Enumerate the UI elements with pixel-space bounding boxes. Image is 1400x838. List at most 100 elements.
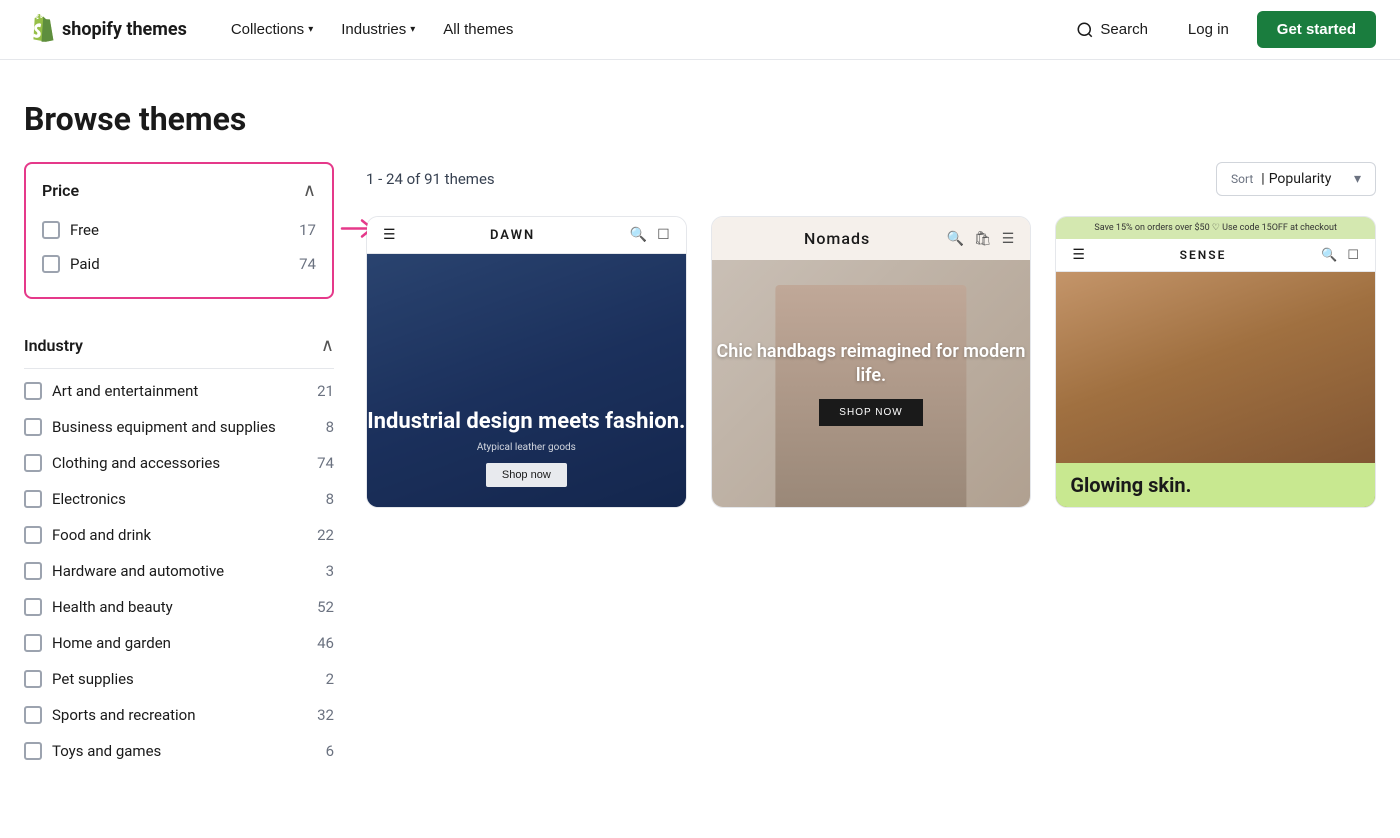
- industry-count: 2: [326, 670, 334, 688]
- industry-checkbox[interactable]: [24, 382, 42, 400]
- theme-card-dawn: ☰ DAWN 🔍 ☐ Industrial design meets fashi…: [366, 216, 687, 508]
- debut-menu-icon: ☰: [1002, 231, 1015, 247]
- dawn-preview: ☰ DAWN 🔍 ☐ Industrial design meets fashi…: [367, 217, 686, 507]
- industry-checkbox[interactable]: [24, 742, 42, 760]
- industry-option-hardware-and-automotive[interactable]: Hardware and automotive 3: [24, 553, 334, 589]
- industry-count: 22: [317, 526, 334, 544]
- price-filter-header: Price ∧: [42, 180, 316, 201]
- sort-label: Sort: [1231, 172, 1253, 186]
- sort-value: Popularity: [1269, 171, 1350, 187]
- price-free-checkbox[interactable]: [42, 221, 60, 239]
- collections-chevron-icon: ▾: [308, 24, 313, 35]
- industry-count: 21: [317, 382, 334, 400]
- price-filter-paid[interactable]: Paid 74: [42, 247, 316, 281]
- logo-link[interactable]: shopify themes: [24, 14, 187, 46]
- price-free-label: Free: [70, 221, 99, 239]
- industry-count: 74: [317, 454, 334, 472]
- nav-links: Collections ▾ Industries ▾ All themes: [219, 13, 1065, 46]
- debut-search-icon: 🔍: [947, 231, 964, 247]
- industry-option-business-equipment-and-supplies[interactable]: Business equipment and supplies 8: [24, 409, 334, 445]
- industry-filter-title: Industry: [24, 336, 83, 355]
- industries-chevron-icon: ▾: [410, 24, 415, 35]
- content-area: 1 - 24 of 91 themes Sort | Popularity ▾ …: [366, 162, 1376, 769]
- debut-hero: Chic handbags reimagined for modern life…: [712, 260, 1031, 507]
- industry-filter-header: Industry ∧: [24, 323, 334, 369]
- industry-checkbox[interactable]: [24, 490, 42, 508]
- industry-label: Clothing and accessories: [52, 454, 220, 472]
- industry-count: 32: [317, 706, 334, 724]
- industry-option-clothing-and-accessories[interactable]: Clothing and accessories 74: [24, 445, 334, 481]
- industry-label: Toys and games: [52, 742, 161, 760]
- industry-label: Food and drink: [52, 526, 151, 544]
- sense-theme-info: Sense Free Made for quick setup, visual …: [1056, 507, 1375, 508]
- industry-option-pet-supplies[interactable]: Pet supplies 2: [24, 661, 334, 697]
- industry-label: Health and beauty: [52, 598, 173, 616]
- debut-nav-logo: Nomads: [804, 229, 870, 248]
- sense-topbar: Save 15% on orders over $50 ♡ Use code 1…: [1056, 217, 1375, 239]
- price-filter-toggle[interactable]: ∧: [303, 180, 316, 201]
- theme-grid: ☰ DAWN 🔍 ☐ Industrial design meets fashi…: [366, 216, 1376, 508]
- shopify-logo-icon: [24, 14, 56, 46]
- price-filter-free[interactable]: Free 17: [42, 213, 316, 247]
- industry-count: 8: [326, 418, 334, 436]
- sense-cart-icon: ☐: [1347, 248, 1359, 263]
- industry-label: Art and entertainment: [52, 382, 198, 400]
- industry-checkbox[interactable]: [24, 706, 42, 724]
- industry-option-food-and-drink[interactable]: Food and drink 22: [24, 517, 334, 553]
- debut-hero-cta[interactable]: SHOP NOW: [819, 399, 922, 426]
- sense-nav-logo: SENSE: [1180, 248, 1227, 262]
- industry-filter-section: Industry ∧ Art and entertainment 21 Busi…: [24, 323, 334, 769]
- theme-card-debut: Nomads 🔍 🛍 ☰ Chic handbags reimagined fo…: [711, 216, 1032, 508]
- price-filter-section: Price ∧ Free 17 Paid 74: [24, 162, 334, 299]
- dawn-hero-content: Industrial design meets fashion. Atypica…: [367, 409, 685, 486]
- industry-option-toys-and-games[interactable]: Toys and games 6: [24, 733, 334, 769]
- industry-checkbox[interactable]: [24, 562, 42, 580]
- dawn-theme-info: Dawn Free Made for quick setup, visual s…: [367, 507, 686, 508]
- logo-text: shopify themes: [62, 19, 187, 40]
- price-paid-label: Paid: [70, 255, 100, 273]
- industry-label: Sports and recreation: [52, 706, 196, 724]
- debut-theme-info: Debut Free Made for any catalog size: [712, 507, 1031, 508]
- industry-filter-toggle[interactable]: ∧: [321, 335, 334, 356]
- collections-nav-item[interactable]: Collections ▾: [219, 13, 325, 46]
- sense-hero: Glowing skin.: [1056, 272, 1375, 507]
- industries-nav-item[interactable]: Industries ▾: [329, 13, 427, 46]
- industry-option-home-and-garden[interactable]: Home and garden 46: [24, 625, 334, 661]
- sort-dropdown[interactable]: Sort | Popularity ▾: [1216, 162, 1376, 196]
- sense-nav-menu-icon: ☰: [1072, 247, 1085, 263]
- theme-card-sense: Save 15% on orders over $50 ♡ Use code 1…: [1055, 216, 1376, 508]
- sense-hero-overlay: Glowing skin.: [1056, 463, 1375, 507]
- industry-checkbox[interactable]: [24, 598, 42, 616]
- navbar: shopify themes Collections ▾ Industries …: [0, 0, 1400, 60]
- industry-option-sports-and-recreation[interactable]: Sports and recreation 32: [24, 697, 334, 733]
- industry-count: 8: [326, 490, 334, 508]
- industry-label: Hardware and automotive: [52, 562, 224, 580]
- results-count: 1 - 24 of 91 themes: [366, 170, 495, 188]
- get-started-button[interactable]: Get started: [1257, 11, 1376, 48]
- search-button[interactable]: Search: [1064, 13, 1160, 47]
- industry-option-electronics[interactable]: Electronics 8: [24, 481, 334, 517]
- sort-divider: |: [1261, 171, 1264, 187]
- industry-option-art-and-entertainment[interactable]: Art and entertainment 21: [24, 373, 334, 409]
- sense-preview: Save 15% on orders over $50 ♡ Use code 1…: [1056, 217, 1375, 507]
- login-button[interactable]: Log in: [1172, 13, 1245, 46]
- sense-glowing-text: Glowing skin.: [1070, 473, 1191, 497]
- industry-checkbox[interactable]: [24, 670, 42, 688]
- industry-label: Business equipment and supplies: [52, 418, 276, 436]
- price-free-count: 17: [299, 221, 316, 239]
- dawn-cart-icon: ☐: [657, 227, 670, 243]
- dawn-hero-cta[interactable]: Shop now: [486, 463, 567, 487]
- page-header: Browse themes: [0, 60, 1400, 162]
- industry-checkbox[interactable]: [24, 634, 42, 652]
- price-paid-checkbox[interactable]: [42, 255, 60, 273]
- industry-option-health-and-beauty[interactable]: Health and beauty 52: [24, 589, 334, 625]
- industry-checkbox[interactable]: [24, 526, 42, 544]
- dawn-hero-title: Industrial design meets fashion.: [367, 409, 685, 435]
- page-title: Browse themes: [24, 100, 1376, 138]
- dawn-search-icon: 🔍: [630, 227, 647, 243]
- price-filter-title: Price: [42, 181, 79, 200]
- industry-checkbox[interactable]: [24, 454, 42, 472]
- all-themes-nav-item[interactable]: All themes: [431, 13, 525, 46]
- industry-count: 6: [326, 742, 334, 760]
- industry-checkbox[interactable]: [24, 418, 42, 436]
